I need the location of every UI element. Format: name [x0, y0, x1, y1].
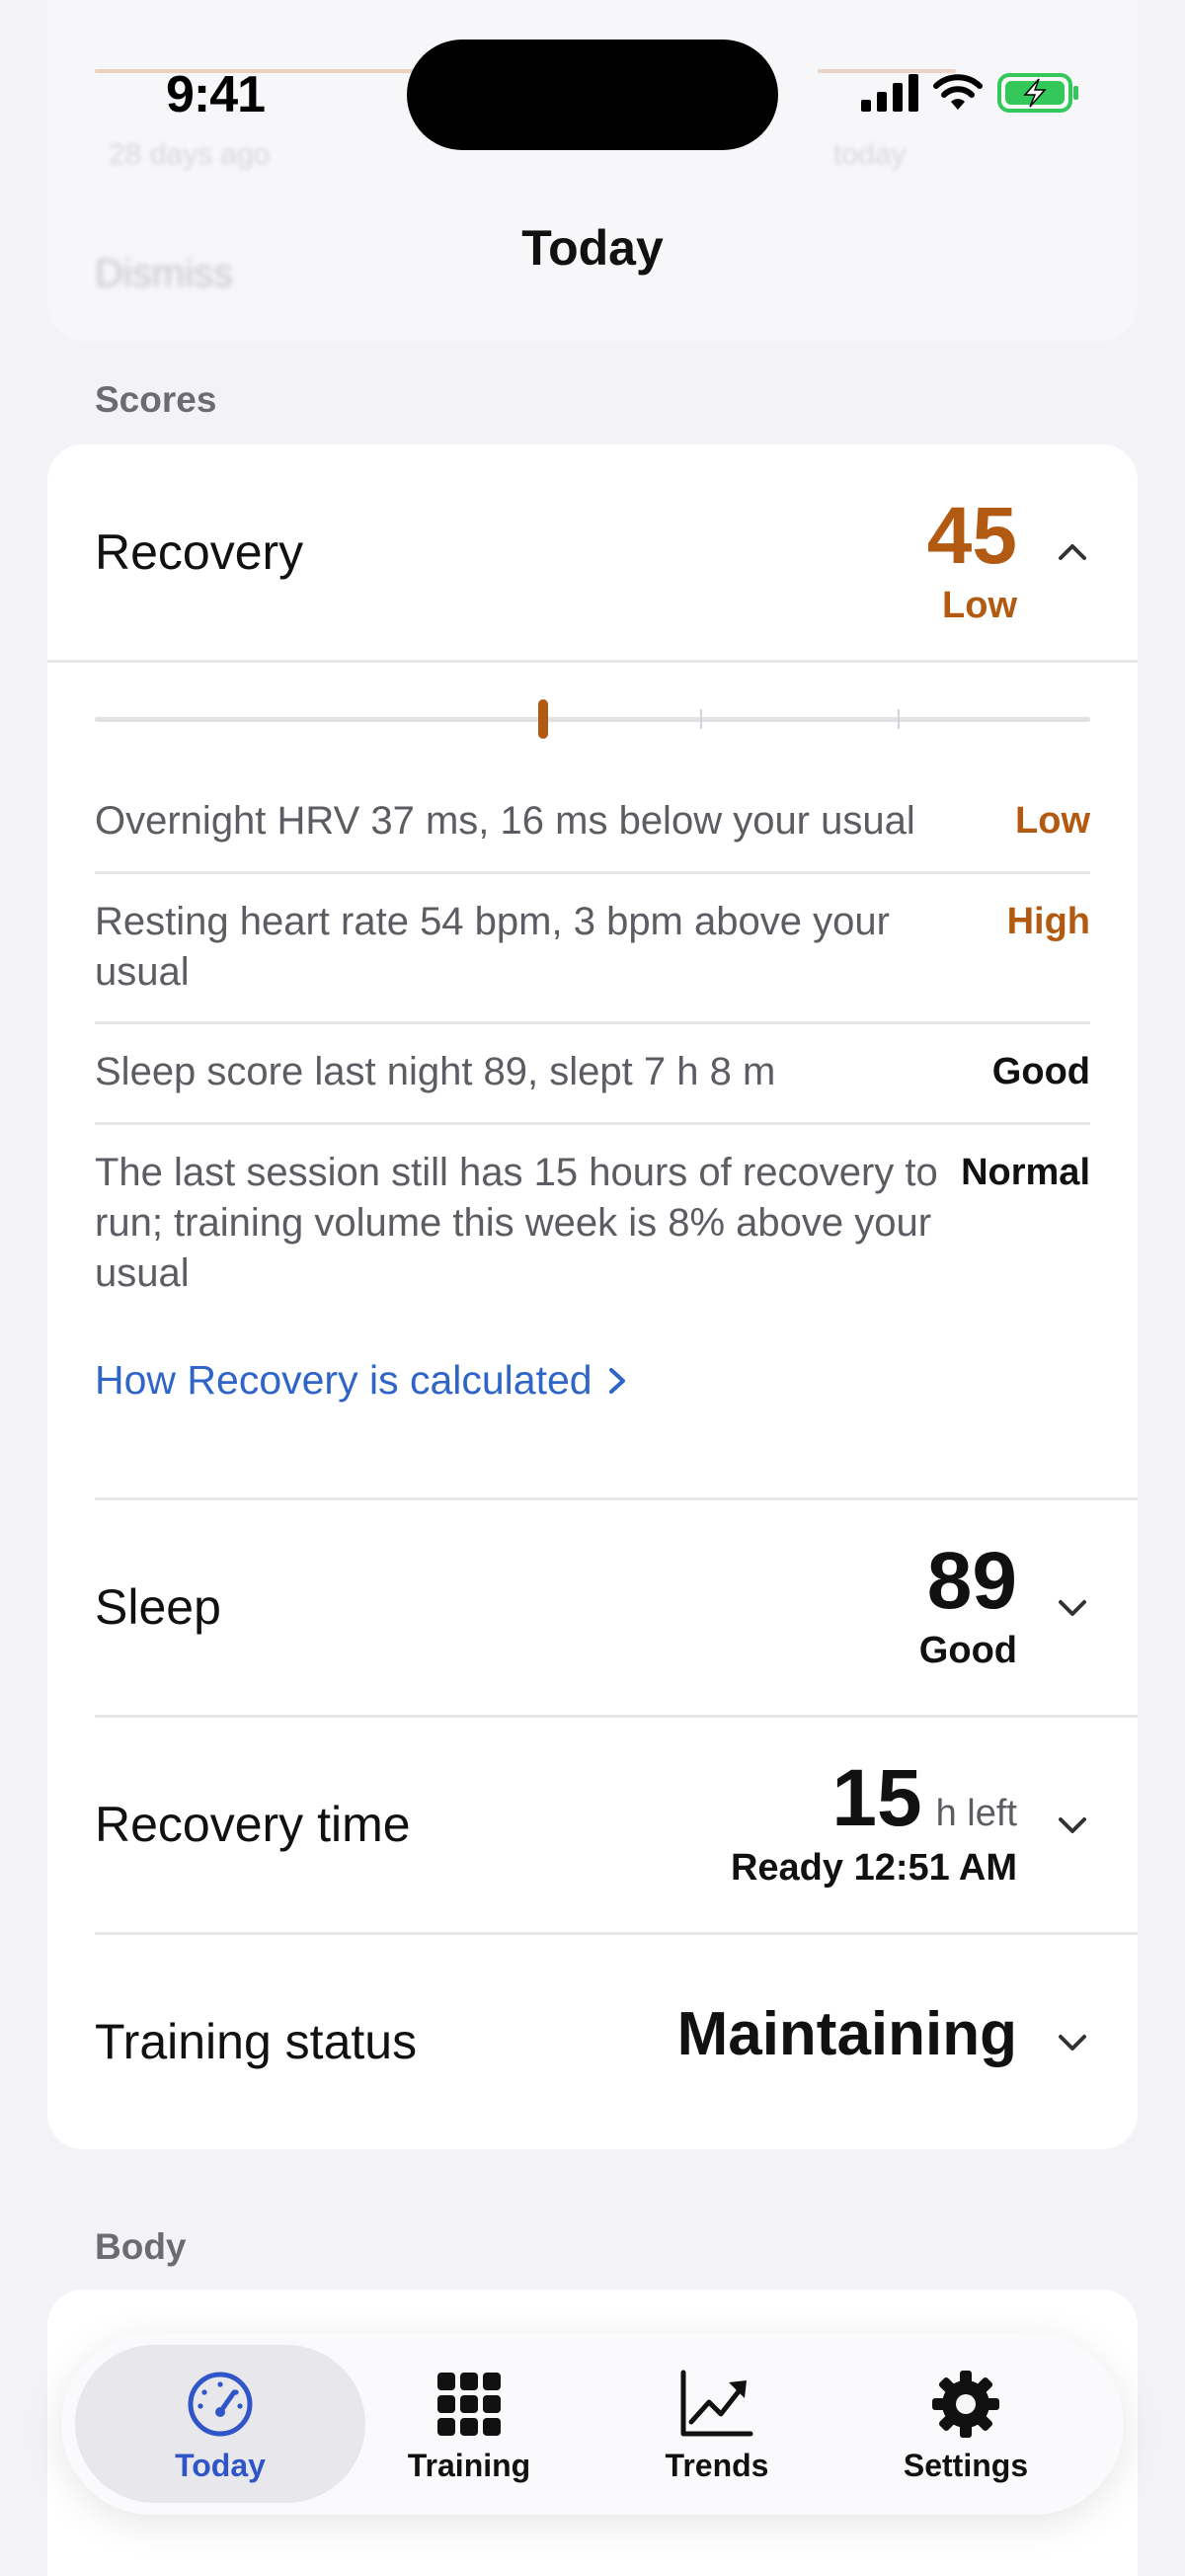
tab-label: Training	[407, 2448, 531, 2483]
tab-label: Today	[175, 2448, 266, 2483]
gauge-icon	[188, 2372, 253, 2437]
grid-icon	[437, 2373, 501, 2436]
factor-status: High	[1006, 901, 1090, 942]
chevron-down-icon[interactable]	[1053, 1588, 1092, 1628]
tab-trends[interactable]: Trends	[608, 2369, 826, 2484]
factor-status: Good	[991, 1051, 1090, 1092]
battery-charging-icon	[997, 73, 1078, 113]
factor-row: Sleep score last night 89, slept 7 h 8 m…	[95, 1047, 1090, 1097]
factor-status: Normal	[961, 1152, 1090, 1193]
status-time: 9:41	[166, 66, 266, 123]
recovery-title: Recovery	[95, 524, 304, 580]
gauge-tick	[700, 709, 702, 729]
recovery-time-row[interactable]: Recovery time 15 h left Ready 12:51 AM	[47, 1717, 1138, 1932]
chart-icon	[680, 2370, 753, 2437]
factor-text: Overnight HRV 37 ms, 16 ms below your us…	[95, 799, 915, 843]
training-status-value: Maintaining	[676, 2000, 1017, 2068]
factor-row: Overnight HRV 37 ms, 16 ms below your us…	[95, 796, 1090, 846]
recovery-time-value: 15 h left Ready 12:51 AM	[731, 1758, 1017, 1890]
ghost-left-caption: 28 days ago	[109, 138, 271, 171]
how-recovery-calculated-link[interactable]: How Recovery is calculated	[95, 1357, 630, 1404]
factor-row: The last session still has 15 hours of r…	[95, 1148, 1090, 1299]
tab-label: Trends	[665, 2448, 769, 2483]
signal-icon	[861, 74, 918, 112]
section-label-body: Body	[95, 2226, 187, 2267]
gauge-tick	[898, 709, 900, 729]
recovery-time-unit: h left	[935, 1793, 1017, 1834]
chevron-down-icon[interactable]	[1053, 1806, 1092, 1845]
recovery-ready-time: Ready 12:51 AM	[730, 1847, 1017, 1889]
tab-settings[interactable]: Settings	[857, 2369, 1074, 2484]
training-status-title: Training status	[95, 2014, 418, 2069]
recovery-score-label: Low	[942, 585, 1017, 626]
training-status-row[interactable]: Training status Maintaining	[47, 1934, 1138, 2149]
factor-text: The last session still has 15 hours of r…	[95, 1151, 938, 1295]
recovery-gauge-marker	[537, 699, 548, 739]
wifi-icon	[933, 74, 983, 110]
tab-today[interactable]: Today	[112, 2369, 329, 2484]
divider	[95, 871, 1090, 874]
tab-label: Settings	[903, 2448, 1029, 2483]
scores-card: Recovery 45 Low Overnight HRV 37 ms, 16 …	[47, 444, 1138, 2149]
factor-text: Sleep score last night 89, slept 7 h 8 m	[95, 1050, 776, 1093]
recovery-gauge-track	[95, 717, 1090, 722]
gear-icon	[932, 2371, 999, 2438]
status-icons	[861, 73, 1080, 113]
recovery-score-value: 45	[926, 491, 1017, 581]
ghost-right-caption: today	[833, 138, 907, 171]
ghost-trend-line	[95, 69, 450, 73]
recovery-time-title: Recovery time	[95, 1797, 411, 1852]
link-label: How Recovery is calculated	[95, 1357, 592, 1403]
sleep-row[interactable]: Sleep 89 Good	[47, 1499, 1138, 1715]
recovery-time-hours: 15	[831, 1753, 922, 1843]
tab-bar: Today Training Trends Settings	[61, 2333, 1124, 2515]
divider	[95, 1021, 1090, 1024]
divider	[95, 1122, 1090, 1125]
chevron-up-icon[interactable]	[1053, 531, 1092, 571]
recovery-score: 45 Low	[927, 496, 1017, 627]
sleep-score: 89 Good	[919, 1541, 1017, 1672]
section-label-scores: Scores	[95, 379, 217, 420]
sleep-score-value: 89	[926, 1536, 1017, 1626]
divider	[47, 660, 1138, 663]
sleep-title: Sleep	[95, 1579, 221, 1635]
sleep-score-label: Good	[918, 1630, 1017, 1671]
chevron-right-icon	[608, 1367, 625, 1394]
chevron-down-icon[interactable]	[1053, 2023, 1092, 2062]
recovery-header[interactable]: Recovery 45 Low	[47, 444, 1138, 660]
dynamic-island	[407, 40, 778, 150]
page-title: Today	[521, 220, 664, 276]
factor-text: Resting heart rate 54 bpm, 3 bpm above y…	[95, 900, 890, 994]
factor-status: Low	[1015, 800, 1090, 842]
tab-training[interactable]: Training	[360, 2369, 578, 2484]
factor-row: Resting heart rate 54 bpm, 3 bpm above y…	[95, 897, 1090, 998]
